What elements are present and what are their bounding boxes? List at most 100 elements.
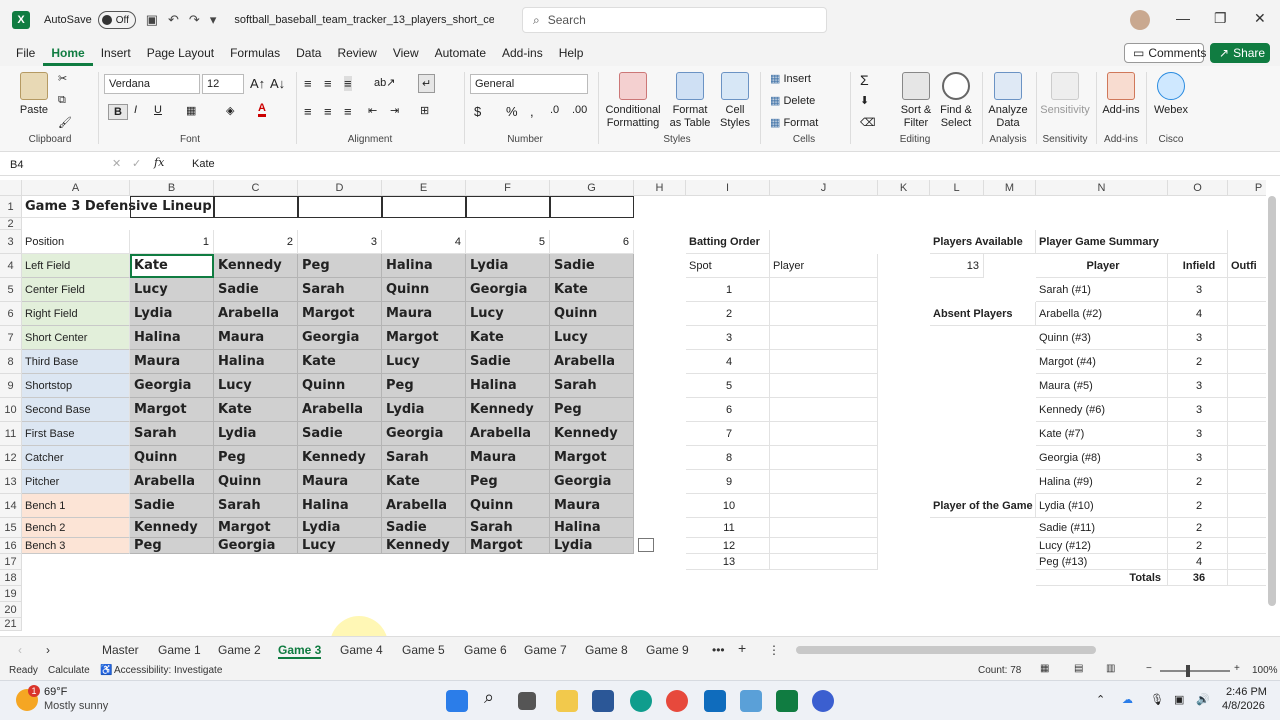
summary-infield-count[interactable]: 2 bbox=[1168, 470, 1228, 494]
lineup-player-cell[interactable]: Maura bbox=[550, 494, 634, 518]
word-icon[interactable] bbox=[592, 690, 614, 712]
zoom-out-icon[interactable]: − bbox=[1146, 663, 1152, 674]
conditional-formatting-button[interactable]: Conditional Formatting bbox=[602, 72, 664, 130]
lineup-player-cell[interactable]: Halina bbox=[130, 326, 214, 350]
lineup-player-cell[interactable]: Halina bbox=[550, 518, 634, 538]
lineup-player-cell[interactable]: Lydia bbox=[298, 518, 382, 538]
column-header[interactable]: M bbox=[984, 180, 1036, 196]
lineup-player-cell[interactable]: Sarah bbox=[130, 422, 214, 446]
inning-number[interactable]: 3 bbox=[298, 230, 382, 254]
share-button[interactable]: ↗ Share bbox=[1210, 43, 1270, 63]
batting-spot[interactable]: 13 bbox=[686, 554, 770, 570]
row-header[interactable]: 17 bbox=[0, 554, 22, 570]
lineup-player-cell[interactable]: Lydia bbox=[214, 422, 298, 446]
lineup-player-cell[interactable]: Quinn bbox=[382, 278, 466, 302]
summary-outfield-count[interactable]: 1 bbox=[1228, 554, 1266, 570]
lineup-player-cell[interactable]: Lucy bbox=[214, 374, 298, 398]
row-header[interactable]: 2 bbox=[0, 218, 22, 230]
lineup-player-cell[interactable]: Sadie bbox=[550, 254, 634, 278]
position-label[interactable]: Shortstop bbox=[22, 374, 130, 398]
batting-spot[interactable]: 6 bbox=[686, 398, 770, 422]
align-center-icon[interactable]: ≡ bbox=[324, 104, 332, 119]
comma-icon[interactable]: , bbox=[530, 104, 534, 119]
calculate-status[interactable]: Calculate bbox=[48, 665, 90, 676]
save-icon[interactable]: ▣ bbox=[146, 12, 158, 28]
lineup-player-cell[interactable]: Georgia bbox=[382, 422, 466, 446]
lineup-player-cell[interactable]: Lucy bbox=[550, 326, 634, 350]
font-name-select[interactable]: Verdana bbox=[104, 74, 200, 94]
lineup-player-cell[interactable]: Quinn bbox=[550, 302, 634, 326]
batting-player-cell[interactable] bbox=[770, 518, 878, 538]
more-sheets-icon[interactable]: ••• bbox=[712, 643, 725, 657]
lineup-player-cell[interactable]: Halina bbox=[214, 350, 298, 374]
sheet-tab[interactable]: Game 6 bbox=[464, 643, 507, 657]
zoom-in-icon[interactable]: + bbox=[1234, 663, 1240, 674]
inning-number[interactable]: 1 bbox=[130, 230, 214, 254]
undo-icon[interactable]: ↶ bbox=[168, 12, 179, 28]
summary-outfield-count[interactable]: 1 bbox=[1228, 302, 1266, 326]
column-header[interactable]: D bbox=[298, 180, 382, 196]
bold-button[interactable]: B bbox=[108, 104, 128, 120]
inning-number[interactable]: 6 bbox=[550, 230, 634, 254]
sheet-tab[interactable]: Game 5 bbox=[402, 643, 445, 657]
empty-cell[interactable] bbox=[466, 196, 550, 218]
lineup-player-cell[interactable]: Lucy bbox=[466, 302, 550, 326]
position-label[interactable]: Catcher bbox=[22, 446, 130, 470]
summary-infield-count[interactable]: 4 bbox=[1168, 554, 1228, 570]
position-label[interactable]: Left Field bbox=[22, 254, 130, 278]
summary-outfield-count[interactable]: 2 bbox=[1228, 470, 1266, 494]
vertical-scrollbar[interactable] bbox=[1268, 196, 1276, 606]
file-explorer-icon[interactable] bbox=[556, 690, 578, 712]
lineup-player-cell[interactable]: Halina bbox=[382, 254, 466, 278]
row-header[interactable]: 7 bbox=[0, 326, 22, 350]
close-icon[interactable]: ✕ bbox=[1254, 10, 1266, 27]
position-label[interactable]: Second Base bbox=[22, 398, 130, 422]
accessibility-status[interactable]: Accessibility: Investigate bbox=[114, 665, 222, 676]
summary-player-name[interactable]: Maura (#5) bbox=[1036, 374, 1168, 398]
totals-outfield[interactable]: 24 bbox=[1228, 570, 1266, 586]
lineup-player-cell[interactable]: Quinn bbox=[466, 494, 550, 518]
column-header[interactable]: C bbox=[214, 180, 298, 196]
summary-player-name[interactable]: Kate (#7) bbox=[1036, 422, 1168, 446]
row-header[interactable]: 21 bbox=[0, 618, 22, 631]
lineup-player-cell[interactable]: Georgia bbox=[298, 326, 382, 350]
avatar[interactable] bbox=[1130, 10, 1150, 30]
position-label[interactable]: Third Base bbox=[22, 350, 130, 374]
batting-order-header[interactable]: Batting Order bbox=[686, 230, 770, 254]
summary-outfield-count[interactable]: 1 bbox=[1228, 398, 1266, 422]
sheet-tab-active[interactable]: Game 3 bbox=[278, 643, 322, 659]
lineup-player-cell[interactable]: Lydia bbox=[130, 302, 214, 326]
summary-player-name[interactable]: Sadie (#11) bbox=[1036, 518, 1168, 538]
summary-player-name[interactable]: Peg (#13) bbox=[1036, 554, 1168, 570]
batting-player-cell[interactable] bbox=[770, 374, 878, 398]
summary-player-name[interactable]: Margot (#4) bbox=[1036, 350, 1168, 374]
sheet-title[interactable]: Game 3 Defensive Lineup bbox=[22, 196, 212, 218]
column-header[interactable]: B bbox=[130, 180, 214, 196]
tab-view[interactable]: View bbox=[385, 40, 427, 66]
minimize-icon[interactable]: — bbox=[1176, 10, 1190, 26]
row-header[interactable]: 14 bbox=[0, 494, 22, 518]
batting-player-cell[interactable] bbox=[770, 538, 878, 554]
scroll-left-icon[interactable]: ‹ bbox=[18, 643, 22, 657]
lineup-player-cell[interactable]: Margot bbox=[130, 398, 214, 422]
cancel-entry-icon[interactable]: ✕ bbox=[112, 157, 121, 170]
underline-button[interactable]: U bbox=[154, 104, 162, 116]
lineup-player-cell[interactable]: Peg bbox=[550, 398, 634, 422]
summary-infield-count[interactable]: 4 bbox=[1168, 302, 1228, 326]
lineup-player-cell[interactable]: Georgia bbox=[466, 278, 550, 302]
column-header[interactable]: L bbox=[930, 180, 984, 196]
tray-chevron-icon[interactable]: ⌃ bbox=[1096, 693, 1105, 706]
row-header[interactable]: 11 bbox=[0, 422, 22, 446]
lineup-player-cell[interactable]: Margot bbox=[214, 518, 298, 538]
lineup-player-cell[interactable]: Georgia bbox=[550, 470, 634, 494]
sheet-tab[interactable]: Game 1 bbox=[158, 643, 201, 657]
lineup-player-cell[interactable]: Halina bbox=[298, 494, 382, 518]
tab-help[interactable]: Help bbox=[551, 40, 592, 66]
summary-player-name[interactable]: Sarah (#1) bbox=[1036, 278, 1168, 302]
summary-infield-count[interactable]: 3 bbox=[1168, 278, 1228, 302]
volume-icon[interactable]: 🔊 bbox=[1196, 693, 1210, 706]
cell-styles-button[interactable]: Cell Styles bbox=[716, 72, 754, 130]
sheet-tab[interactable]: Master bbox=[102, 643, 139, 657]
summary-infield-count[interactable]: 3 bbox=[1168, 374, 1228, 398]
page-break-view-icon[interactable]: ▥ bbox=[1106, 663, 1115, 674]
